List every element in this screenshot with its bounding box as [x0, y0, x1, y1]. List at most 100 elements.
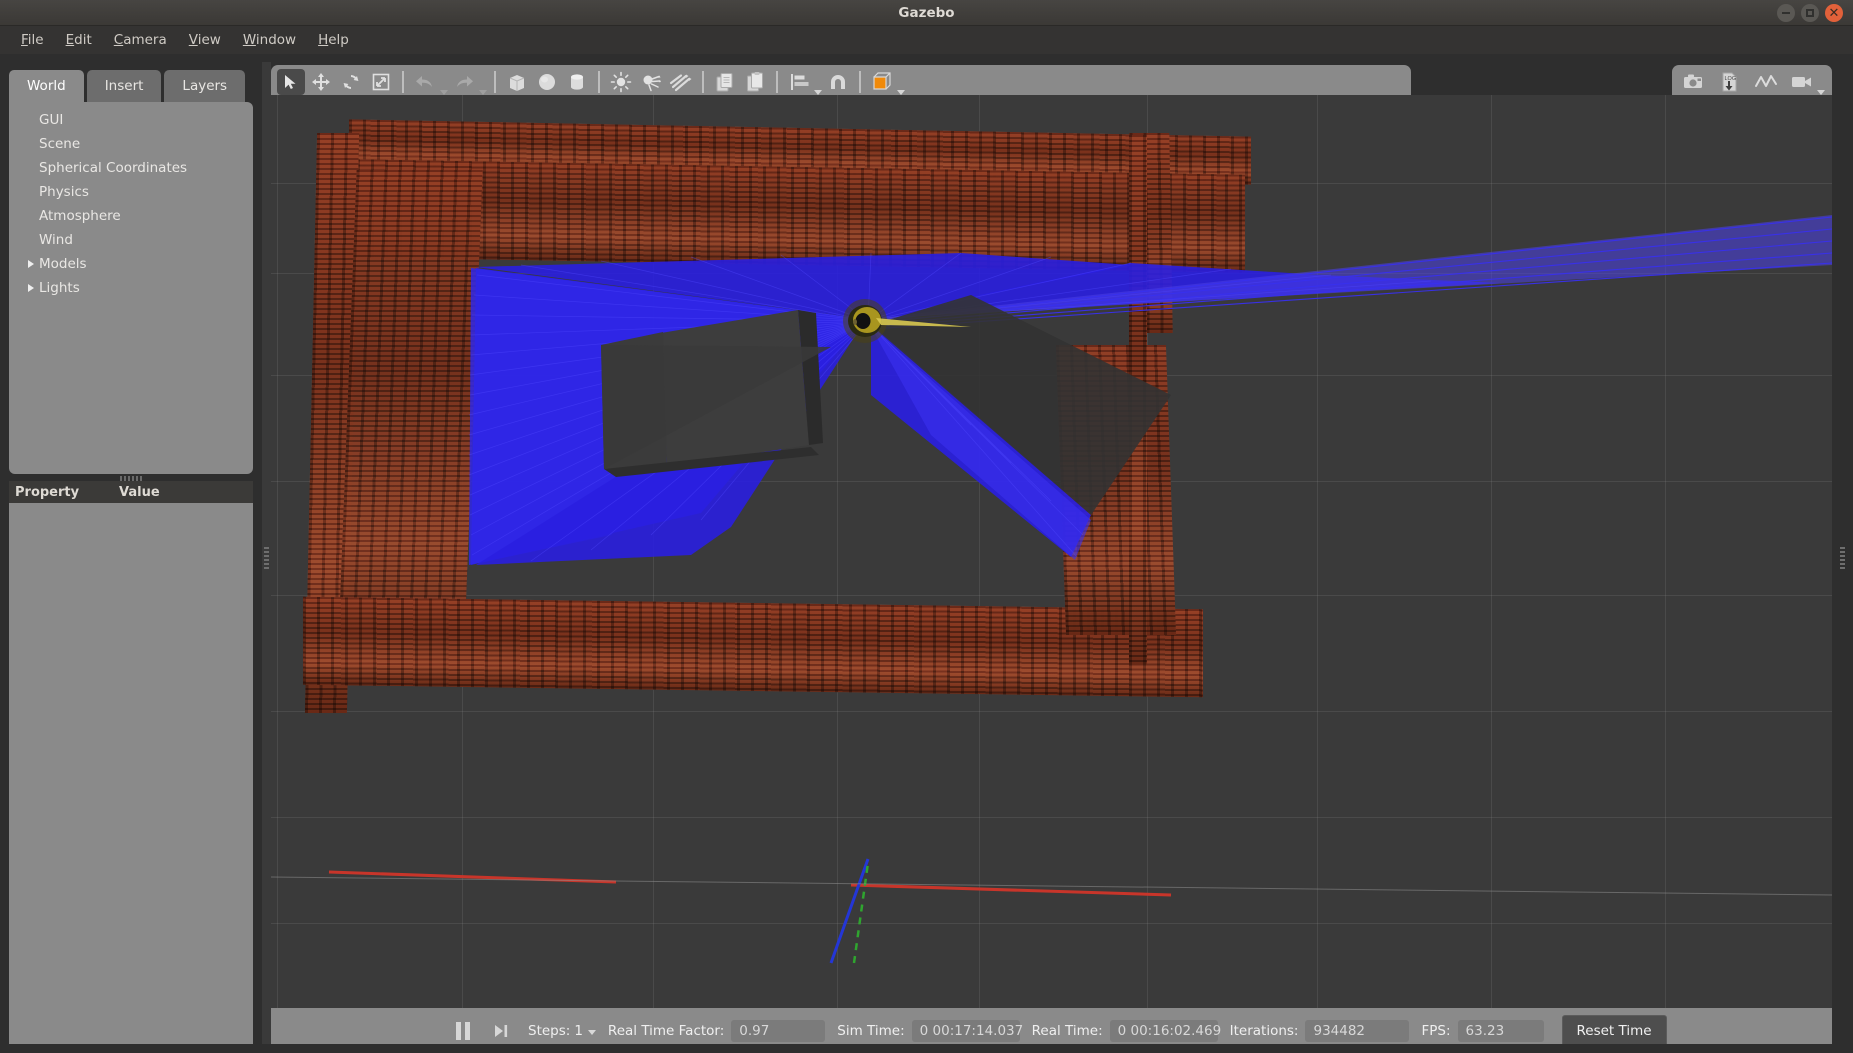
laser-sensor-model[interactable] [271, 95, 1832, 1008]
menu-view[interactable]: View [178, 29, 232, 51]
insert-sphere-button[interactable] [533, 69, 561, 95]
toolbar-separator [402, 70, 404, 93]
minimize-button[interactable] [1777, 4, 1795, 22]
rotate-mode-button[interactable] [337, 69, 365, 95]
align-button[interactable] [785, 69, 813, 95]
insert-point-light-button[interactable] [607, 69, 635, 95]
window-controls: ✕ [1777, 4, 1843, 22]
tree-item-spherical-coordinates[interactable]: Spherical Coordinates [9, 156, 253, 180]
property-table-body[interactable] [9, 503, 253, 1053]
title-bar: Gazebo ✕ [0, 0, 1853, 26]
chevron-down-icon[interactable] [479, 89, 487, 95]
column-header-property: Property [15, 484, 80, 500]
steps-selector[interactable]: 1 [574, 1023, 596, 1039]
chevron-down-icon[interactable] [587, 1029, 596, 1035]
tree-item-label: Spherical Coordinates [39, 160, 188, 176]
left-panel: World Insert Layers GUI Scene Spherical … [0, 62, 262, 1053]
iterations-value: 934482 [1305, 1019, 1410, 1042]
reset-time-button[interactable]: Reset Time [1561, 1014, 1667, 1047]
tree-item-physics[interactable]: Physics [9, 180, 253, 204]
cylinder-icon [571, 73, 583, 90]
save-log-button[interactable]: LOG [1716, 69, 1744, 95]
render-viewport[interactable] [271, 95, 1832, 1008]
insert-cylinder-button[interactable] [563, 69, 591, 95]
screenshot-button[interactable] [1680, 69, 1708, 95]
chevron-down-icon[interactable] [440, 89, 448, 95]
snap-button[interactable] [824, 69, 852, 95]
pause-button[interactable] [446, 1014, 480, 1048]
align-icon [791, 73, 809, 90]
tree-item-models[interactable]: Models [9, 252, 253, 276]
sphere-icon [539, 73, 555, 90]
insert-directional-light-button[interactable] [667, 69, 695, 95]
undo-control[interactable] [411, 69, 448, 95]
menu-camera[interactable]: Camera [103, 29, 178, 51]
tree-item-wind[interactable]: Wind [9, 228, 253, 252]
view-toolbar: LOG [1672, 65, 1832, 98]
translate-mode-button[interactable] [307, 69, 335, 95]
column-header-value: Value [119, 484, 160, 500]
menu-window[interactable]: Window [232, 29, 307, 51]
align-control[interactable] [785, 69, 822, 95]
tree-item-gui[interactable]: GUI [9, 108, 253, 132]
redo-control[interactable] [450, 69, 487, 95]
tree-item-label: Lights [39, 280, 80, 296]
video-camera-icon [1791, 76, 1811, 87]
left-splitter[interactable] [262, 62, 271, 1053]
view-cube-icon [873, 71, 891, 90]
step-forward-icon [495, 1024, 508, 1037]
toolbar-separator [859, 70, 861, 93]
tree-item-label: Models [39, 256, 87, 272]
close-icon: ✕ [1828, 5, 1840, 21]
menu-file[interactable]: File [10, 29, 55, 51]
tab-world[interactable]: World [9, 70, 84, 102]
real-time-label: Real Time: [1031, 1022, 1103, 1039]
steps-label: Steps: [528, 1022, 571, 1039]
chevron-right-icon[interactable] [23, 284, 39, 292]
copy-button[interactable] [711, 69, 739, 95]
toolbar-separator [776, 70, 778, 93]
point-light-icon [610, 71, 632, 92]
insert-spot-light-button[interactable] [637, 69, 665, 95]
view-angle-button[interactable] [868, 69, 896, 95]
tree-item-label: Physics [39, 184, 89, 200]
tab-insert[interactable]: Insert [86, 70, 162, 102]
step-forward-button[interactable] [486, 1014, 516, 1048]
tree-item-label: Atmosphere [39, 208, 121, 224]
redo-button[interactable] [450, 69, 478, 95]
insert-box-button[interactable] [503, 69, 531, 95]
window-bottom-edge [0, 1044, 1853, 1053]
plot-line-icon [1754, 74, 1777, 87]
record-video-button[interactable] [1788, 69, 1816, 95]
scale-mode-button[interactable] [367, 69, 395, 95]
world-tree: GUI Scene Spherical Coordinates Physics … [9, 102, 253, 474]
maximize-icon [1806, 9, 1814, 17]
right-splitter[interactable] [1832, 62, 1853, 1053]
menu-edit[interactable]: Edit [55, 29, 103, 51]
record-video-control[interactable] [1788, 69, 1825, 95]
scale-icon [372, 73, 390, 90]
view-angle-control[interactable] [868, 69, 905, 95]
tree-item-lights[interactable]: Lights [9, 276, 253, 300]
menu-help[interactable]: Help [307, 29, 360, 51]
maximize-button[interactable] [1801, 4, 1819, 22]
tree-item-atmosphere[interactable]: Atmosphere [9, 204, 253, 228]
chevron-down-icon[interactable] [897, 89, 905, 95]
paste-button[interactable] [741, 69, 769, 95]
undo-button[interactable] [411, 69, 439, 95]
move-arrows-icon [312, 72, 330, 91]
grip-icon [1840, 546, 1845, 569]
tree-item-scene[interactable]: Scene [9, 132, 253, 156]
real-time-factor-label: Real Time Factor: [607, 1022, 725, 1039]
panel-tabs: World Insert Layers [9, 70, 248, 102]
close-button[interactable]: ✕ [1825, 4, 1843, 22]
plot-button[interactable] [1752, 69, 1780, 95]
chevron-down-icon[interactable] [1816, 89, 1825, 95]
toolbar-separator [598, 70, 600, 93]
tab-layers[interactable]: Layers [164, 70, 246, 102]
tree-item-label: GUI [39, 112, 64, 128]
arrow-cursor-icon [285, 74, 296, 89]
select-mode-button[interactable] [277, 68, 305, 95]
chevron-right-icon[interactable] [23, 260, 39, 268]
chevron-down-icon[interactable] [814, 89, 822, 95]
